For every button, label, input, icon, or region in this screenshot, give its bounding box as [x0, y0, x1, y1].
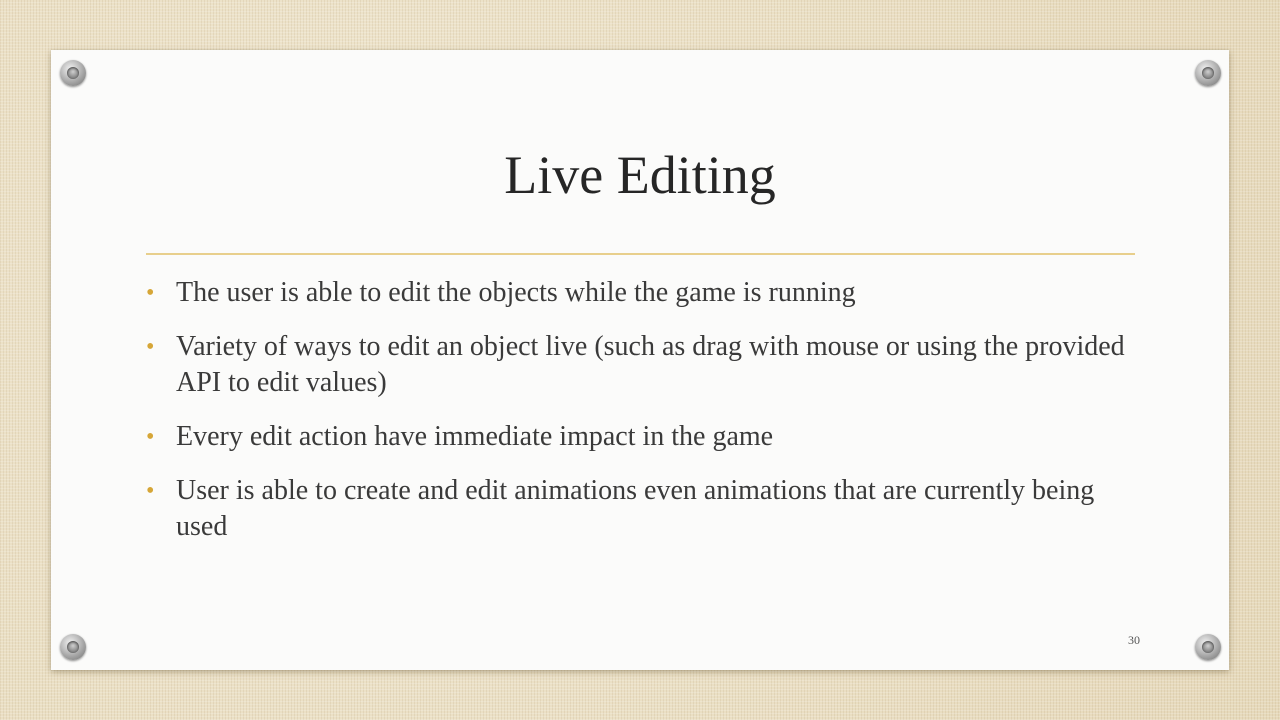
pushpin-icon	[60, 60, 86, 86]
bullet-text: Variety of ways to edit an object live (…	[176, 331, 1125, 398]
page-number: 30	[1128, 633, 1140, 647]
bullet-icon: •	[146, 334, 155, 360]
slide-title: Live Editing	[504, 145, 776, 205]
bullet-icon: •	[146, 424, 155, 450]
bullet-icon: •	[146, 478, 155, 504]
bullet-icon: •	[146, 280, 155, 306]
bullet-text: Every edit action have immediate impact …	[176, 421, 774, 452]
bullet-item: • Variety of ways to edit an object live…	[146, 329, 1136, 401]
bullet-list: • The user is able to edit the objects w…	[146, 275, 1136, 563]
pushpin-icon	[1195, 60, 1221, 86]
bullet-item: • The user is able to edit the objects w…	[146, 275, 1136, 311]
bullet-item: • User is able to create and edit animat…	[146, 473, 1136, 545]
title-divider	[146, 253, 1135, 255]
pushpin-icon	[1195, 634, 1221, 660]
bullet-text: User is able to create and edit animatio…	[176, 475, 1095, 542]
bullet-item: • Every edit action have immediate impac…	[146, 419, 1136, 455]
bullet-text: The user is able to edit the objects whi…	[176, 277, 856, 308]
pushpin-icon	[60, 634, 86, 660]
